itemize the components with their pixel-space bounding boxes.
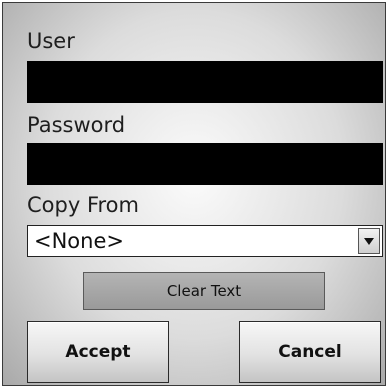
cancel-button[interactable]: Cancel <box>239 321 381 383</box>
copy-from-label: Copy From <box>27 193 139 217</box>
accept-button[interactable]: Accept <box>27 321 169 383</box>
clear-text-button[interactable]: Clear Text <box>83 272 325 310</box>
copy-from-selected-value: <None> <box>34 229 124 253</box>
password-field[interactable] <box>27 143 383 185</box>
chevron-down-icon <box>364 238 374 245</box>
password-label: Password <box>27 113 126 137</box>
user-label: User <box>27 29 75 53</box>
user-field[interactable] <box>27 61 383 103</box>
copy-from-select[interactable]: <None> <box>27 225 383 257</box>
login-dialog: User Password Copy From <None> Clear Tex… <box>2 2 386 386</box>
dropdown-arrow-button[interactable] <box>358 228 380 254</box>
